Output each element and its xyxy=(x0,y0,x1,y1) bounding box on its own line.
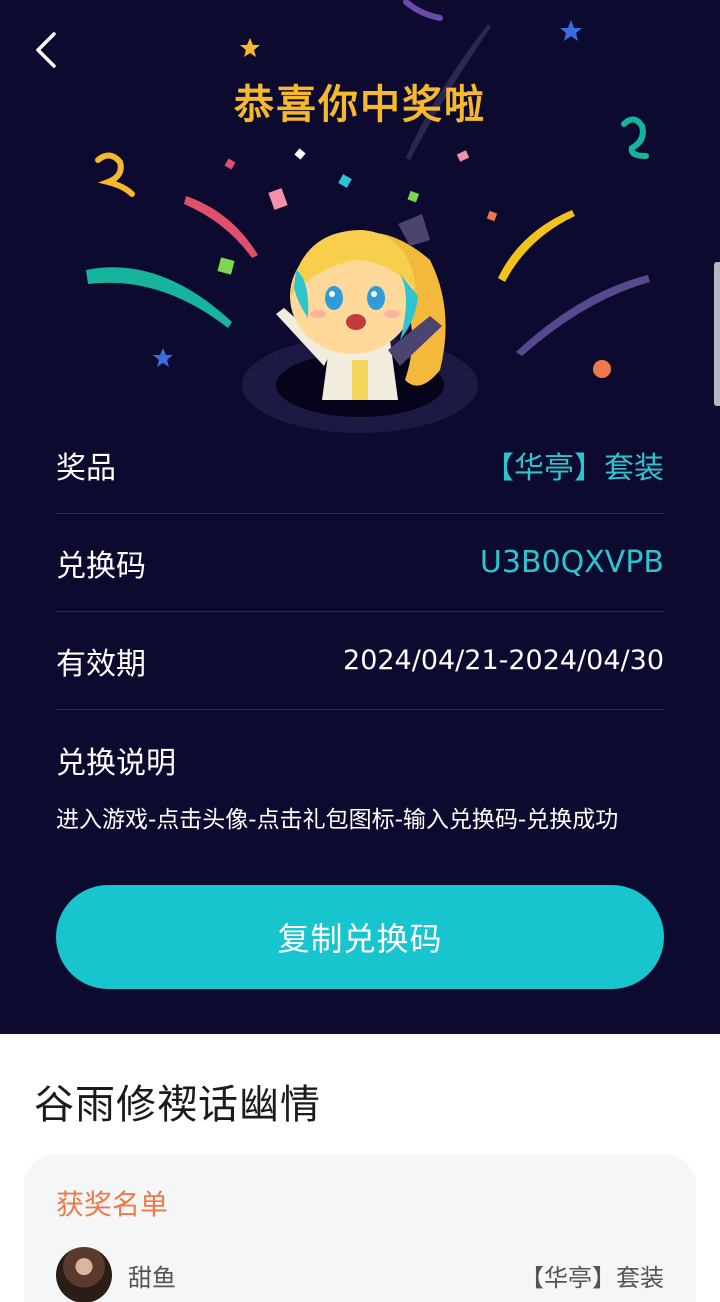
prize-label: 奖品 xyxy=(56,450,116,486)
winner-name: 甜鱼 xyxy=(128,1263,176,1292)
copy-code-button[interactable]: 复制兑换码 xyxy=(56,885,664,989)
validity-label: 有效期 xyxy=(56,646,146,682)
validity-row: 有效期 2024/04/21-2024/04/30 xyxy=(56,612,664,710)
event-title: 谷雨修禊话幽情 xyxy=(34,1082,321,1128)
redeem-instructions-label: 兑换说明 xyxy=(56,746,176,781)
prize-value: 【华亭】套装 xyxy=(484,450,664,486)
winner-prize: 【华亭】套装 xyxy=(520,1263,664,1292)
code-label: 兑换码 xyxy=(56,548,146,584)
prize-row: 奖品 【华亭】套装 xyxy=(56,416,664,514)
mascot-illustration xyxy=(276,214,446,400)
code-row: 兑换码 U3B0QXVPB xyxy=(56,514,664,612)
winners-list-title: 获奖名单 xyxy=(56,1188,169,1221)
scrollbar-thumb[interactable] xyxy=(714,262,720,406)
code-value[interactable]: U3B0QXVPB xyxy=(480,545,664,580)
redeem-instructions-text: 进入游戏-点击头像-点击礼包图标-输入兑换码-兑换成功 xyxy=(56,807,619,833)
winners-list-card: 获奖名单 甜鱼 【华亭】套装 xyxy=(24,1155,696,1302)
prize-hero-section: 恭喜你中奖啦 奖品 【华亭】套装 兑换码 U3B0QXVPB 有效期 2024/… xyxy=(0,0,720,1034)
list-item: 甜鱼 【华亭】套装 xyxy=(56,1247,664,1302)
avatar xyxy=(56,1247,112,1302)
page-title: 恭喜你中奖啦 xyxy=(234,82,486,128)
validity-value: 2024/04/21-2024/04/30 xyxy=(343,645,664,676)
